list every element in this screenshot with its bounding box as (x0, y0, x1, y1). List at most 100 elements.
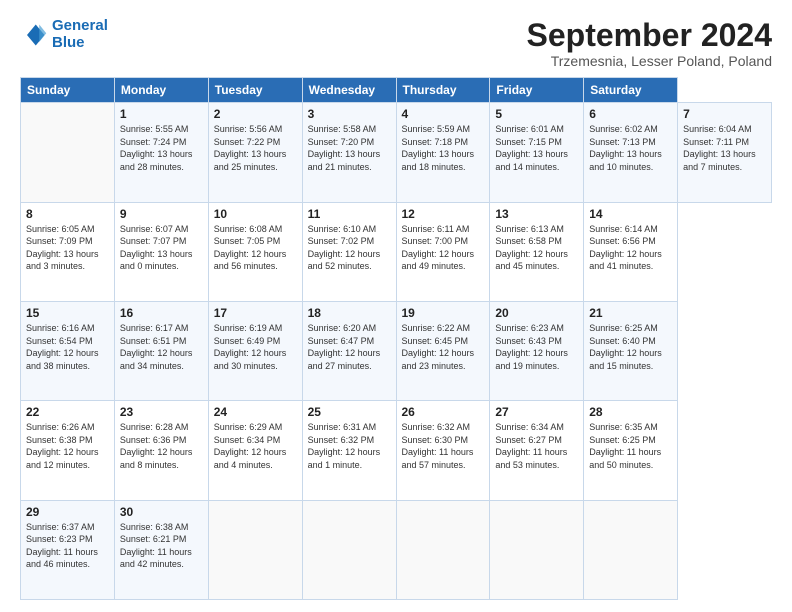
day-info: Sunrise: 6:14 AM Sunset: 6:56 PM Dayligh… (589, 223, 672, 273)
calendar-cell (302, 500, 396, 599)
day-info: Sunrise: 6:10 AM Sunset: 7:02 PM Dayligh… (308, 223, 391, 273)
col-saturday: Saturday (584, 78, 678, 103)
day-info: Sunrise: 6:35 AM Sunset: 6:25 PM Dayligh… (589, 421, 672, 471)
subtitle: Trzemesnia, Lesser Poland, Poland (527, 53, 772, 69)
calendar-cell: 16 Sunrise: 6:17 AM Sunset: 6:51 PM Dayli… (114, 301, 208, 400)
calendar-cell: 9 Sunrise: 6:07 AM Sunset: 7:07 PM Daylig… (114, 202, 208, 301)
day-number: 4 (402, 107, 485, 121)
calendar-cell: 18Sunrise: 6:20 AM Sunset: 6:47 PM Dayli… (302, 301, 396, 400)
day-info: Sunrise: 5:59 AM Sunset: 7:18 PM Dayligh… (402, 123, 485, 173)
calendar-body: 1 Sunrise: 5:55 AM Sunset: 7:24 PM Daylig… (21, 103, 772, 600)
day-number: 24 (214, 405, 297, 419)
col-thursday: Thursday (396, 78, 490, 103)
calendar-cell: 29Sunrise: 6:37 AM Sunset: 6:23 PM Dayli… (21, 500, 115, 599)
day-info: Sunrise: 6:11 AM Sunset: 7:00 PM Dayligh… (402, 223, 485, 273)
day-info: Sunrise: 6:16 AM Sunset: 6:54 PM Dayligh… (26, 322, 109, 372)
title-block: September 2024 Trzemesnia, Lesser Poland… (527, 18, 772, 69)
calendar-cell (490, 500, 584, 599)
calendar-cell (21, 103, 115, 202)
calendar-week-4: 29Sunrise: 6:37 AM Sunset: 6:23 PM Dayli… (21, 500, 772, 599)
calendar-cell: 25Sunrise: 6:31 AM Sunset: 6:32 PM Dayli… (302, 401, 396, 500)
col-sunday: Sunday (21, 78, 115, 103)
calendar-cell: 19 Sunrise: 6:22 AM Sunset: 6:45 PM Dayli… (396, 301, 490, 400)
logo: General Blue (20, 18, 108, 51)
day-info: Sunrise: 6:38 AM Sunset: 6:21 PM Dayligh… (120, 521, 203, 571)
day-info: Sunrise: 6:17 AM Sunset: 6:51 PM Dayligh… (120, 322, 203, 372)
calendar-cell: 2 Sunrise: 5:56 AM Sunset: 7:22 PM Daylig… (208, 103, 302, 202)
day-info: Sunrise: 6:37 AM Sunset: 6:23 PM Dayligh… (26, 521, 109, 571)
day-number: 10 (214, 207, 297, 221)
calendar-header: Sunday Monday Tuesday Wednesday Thursday… (21, 78, 772, 103)
day-number: 23 (120, 405, 203, 419)
page: General Blue September 2024 Trzemesnia, … (0, 0, 792, 612)
day-info: Sunrise: 5:58 AM Sunset: 7:20 PM Dayligh… (308, 123, 391, 173)
calendar-cell: 20 Sunrise: 6:23 AM Sunset: 6:43 PM Dayli… (490, 301, 584, 400)
calendar-week-1: 8Sunrise: 6:05 AM Sunset: 7:09 PM Daylig… (21, 202, 772, 301)
calendar-cell: 27 Sunrise: 6:34 AM Sunset: 6:27 PM Dayli… (490, 401, 584, 500)
calendar-cell (396, 500, 490, 599)
day-info: Sunrise: 6:29 AM Sunset: 6:34 PM Dayligh… (214, 421, 297, 471)
header: General Blue September 2024 Trzemesnia, … (20, 18, 772, 69)
main-title: September 2024 (527, 18, 772, 53)
calendar-cell: 10 Sunrise: 6:08 AM Sunset: 7:05 PM Dayli… (208, 202, 302, 301)
day-number: 27 (495, 405, 578, 419)
day-info: Sunrise: 6:13 AM Sunset: 6:58 PM Dayligh… (495, 223, 578, 273)
day-info: Sunrise: 6:28 AM Sunset: 6:36 PM Dayligh… (120, 421, 203, 471)
day-info: Sunrise: 6:07 AM Sunset: 7:07 PM Dayligh… (120, 223, 203, 273)
day-info: Sunrise: 6:25 AM Sunset: 6:40 PM Dayligh… (589, 322, 672, 372)
day-number: 25 (308, 405, 391, 419)
day-number: 20 (495, 306, 578, 320)
calendar-cell (584, 500, 678, 599)
day-number: 11 (308, 207, 391, 221)
calendar-cell: 22Sunrise: 6:26 AM Sunset: 6:38 PM Dayli… (21, 401, 115, 500)
col-tuesday: Tuesday (208, 78, 302, 103)
calendar-cell: 14Sunrise: 6:14 AM Sunset: 6:56 PM Dayli… (584, 202, 678, 301)
day-number: 19 (402, 306, 485, 320)
day-info: Sunrise: 6:23 AM Sunset: 6:43 PM Dayligh… (495, 322, 578, 372)
calendar-cell: 17 Sunrise: 6:19 AM Sunset: 6:49 PM Dayli… (208, 301, 302, 400)
calendar-cell: 3 Sunrise: 5:58 AM Sunset: 7:20 PM Daylig… (302, 103, 396, 202)
calendar-cell: 28 Sunrise: 6:35 AM Sunset: 6:25 PM Dayli… (584, 401, 678, 500)
calendar-cell: 12 Sunrise: 6:11 AM Sunset: 7:00 PM Dayli… (396, 202, 490, 301)
day-number: 9 (120, 207, 203, 221)
calendar-cell (208, 500, 302, 599)
day-number: 8 (26, 207, 109, 221)
calendar-cell: 4 Sunrise: 5:59 AM Sunset: 7:18 PM Daylig… (396, 103, 490, 202)
calendar-cell: 30 Sunrise: 6:38 AM Sunset: 6:21 PM Dayli… (114, 500, 208, 599)
calendar-cell: 15 Sunrise: 6:16 AM Sunset: 6:54 PM Dayli… (21, 301, 115, 400)
day-info: Sunrise: 6:01 AM Sunset: 7:15 PM Dayligh… (495, 123, 578, 173)
day-info: Sunrise: 5:56 AM Sunset: 7:22 PM Dayligh… (214, 123, 297, 173)
calendar-cell: 23 Sunrise: 6:28 AM Sunset: 6:36 PM Dayli… (114, 401, 208, 500)
day-number: 26 (402, 405, 485, 419)
day-info: Sunrise: 6:08 AM Sunset: 7:05 PM Dayligh… (214, 223, 297, 273)
day-number: 30 (120, 505, 203, 519)
day-info: Sunrise: 6:19 AM Sunset: 6:49 PM Dayligh… (214, 322, 297, 372)
col-wednesday: Wednesday (302, 78, 396, 103)
col-monday: Monday (114, 78, 208, 103)
calendar-cell: 11 Sunrise: 6:10 AM Sunset: 7:02 PM Dayli… (302, 202, 396, 301)
calendar-week-2: 15 Sunrise: 6:16 AM Sunset: 6:54 PM Dayli… (21, 301, 772, 400)
calendar-cell: 5Sunrise: 6:01 AM Sunset: 7:15 PM Daylig… (490, 103, 584, 202)
logo-icon (20, 21, 48, 49)
day-number: 12 (402, 207, 485, 221)
day-number: 3 (308, 107, 391, 121)
day-info: Sunrise: 6:04 AM Sunset: 7:11 PM Dayligh… (683, 123, 766, 173)
day-number: 13 (495, 207, 578, 221)
day-number: 16 (120, 306, 203, 320)
calendar-week-0: 1 Sunrise: 5:55 AM Sunset: 7:24 PM Daylig… (21, 103, 772, 202)
day-info: Sunrise: 5:55 AM Sunset: 7:24 PM Dayligh… (120, 123, 203, 173)
day-number: 17 (214, 306, 297, 320)
logo-line2: Blue (52, 34, 85, 51)
day-info: Sunrise: 6:32 AM Sunset: 6:30 PM Dayligh… (402, 421, 485, 471)
day-info: Sunrise: 6:02 AM Sunset: 7:13 PM Dayligh… (589, 123, 672, 173)
day-number: 28 (589, 405, 672, 419)
day-number: 15 (26, 306, 109, 320)
col-friday: Friday (490, 78, 584, 103)
day-info: Sunrise: 6:22 AM Sunset: 6:45 PM Dayligh… (402, 322, 485, 372)
calendar-cell: 6Sunrise: 6:02 AM Sunset: 7:13 PM Daylig… (584, 103, 678, 202)
day-info: Sunrise: 6:20 AM Sunset: 6:47 PM Dayligh… (308, 322, 391, 372)
calendar-table: Sunday Monday Tuesday Wednesday Thursday… (20, 77, 772, 600)
day-number: 1 (120, 107, 203, 121)
day-info: Sunrise: 6:34 AM Sunset: 6:27 PM Dayligh… (495, 421, 578, 471)
day-number: 2 (214, 107, 297, 121)
